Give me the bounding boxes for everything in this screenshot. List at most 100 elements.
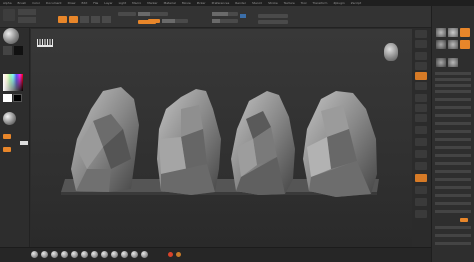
bpr-button[interactable] [415,30,427,38]
menu-item[interactable]: Layer [104,1,112,5]
brush-slot[interactable] [41,251,48,258]
focal-shift-slider[interactable] [138,12,168,16]
actual-button[interactable] [415,72,427,80]
menu-item[interactable]: Zscript [351,1,361,5]
main-color-swatch[interactable] [3,94,12,102]
move-view-button[interactable] [415,138,427,146]
tool-thumb-3[interactable] [436,40,446,49]
brush-slot[interactable] [101,251,108,258]
panel-row[interactable] [435,178,471,181]
z-intensity-button[interactable] [148,19,160,23]
edit-button[interactable] [58,16,67,23]
menu-item[interactable]: Edit [81,1,87,5]
panel-row[interactable] [435,226,471,229]
texture-button[interactable] [3,134,11,139]
panel-row[interactable] [435,106,471,109]
lightbox-button[interactable] [18,9,36,15]
transp-button[interactable] [415,186,427,194]
brush-thumbnail[interactable] [3,28,19,44]
menu-item[interactable]: Tool [301,1,307,5]
spix-button[interactable] [415,40,427,48]
secondary-color-swatch[interactable] [13,94,22,102]
brush-slot[interactable] [31,251,38,258]
menu-item[interactable]: Transform [313,1,328,5]
rotate-button[interactable] [102,16,111,23]
tool-thumb-4[interactable] [448,40,458,49]
scale-button[interactable] [91,16,100,23]
panel-toggle[interactable] [460,218,468,222]
menu-item[interactable]: Document [46,1,62,5]
polyf-button[interactable] [415,174,427,182]
panel-row[interactable] [435,114,471,117]
aahalf-button[interactable] [415,82,427,90]
menu-item[interactable]: Preferences [212,1,230,5]
stop-indicator[interactable] [176,252,181,257]
material-button[interactable] [3,147,11,152]
menu-item[interactable]: Color [32,1,40,5]
subtool-thumb-2[interactable] [448,58,458,67]
panel-row[interactable] [435,122,471,125]
menu-item[interactable]: Stroke [268,1,278,5]
menu-item[interactable]: Marker [147,1,157,5]
floor-button[interactable] [415,104,427,112]
color-swatch-white[interactable] [20,141,28,145]
subtool-thumb-1[interactable] [436,58,446,67]
record-indicator[interactable] [168,252,173,257]
panel-row[interactable] [435,78,471,81]
tool-thumb-2[interactable] [448,28,458,37]
menu-item[interactable]: Texture [284,1,295,5]
panel-row[interactable] [435,170,471,173]
zoom3d-button[interactable] [415,150,427,158]
home-icon[interactable] [3,9,15,21]
draw-size-slider[interactable] [212,12,238,16]
menu-item[interactable]: File [93,1,98,5]
xpose-button[interactable] [415,210,427,218]
color-picker[interactable] [3,74,23,91]
panel-row[interactable] [435,84,471,87]
panel-row[interactable] [435,90,471,93]
zoom-button[interactable] [415,62,427,70]
panel-row[interactable] [435,98,471,101]
menu-item[interactable]: Movie [182,1,191,5]
solo-button[interactable] [415,198,427,206]
brush-slot[interactable] [61,251,68,258]
brush-slot[interactable] [121,251,128,258]
tool-thumb-active[interactable] [460,28,470,37]
brush-slot[interactable] [131,251,138,258]
canvas-viewport[interactable] [31,29,412,247]
persp-button[interactable] [415,94,427,102]
menu-item[interactable]: Alpha [3,1,12,5]
brush-slot[interactable] [81,251,88,258]
menu-item[interactable]: Stencil [252,1,262,5]
menu-item[interactable]: Brush [18,1,27,5]
stroke-thumbnail[interactable] [3,46,12,55]
panel-row[interactable] [435,186,471,189]
local-button[interactable] [415,114,427,122]
mrgb-slider[interactable] [118,12,136,16]
menu-item[interactable]: Macro [132,1,141,5]
brush-slot[interactable] [51,251,58,258]
tool-thumb-1[interactable] [436,28,446,37]
draw-button[interactable] [69,16,78,23]
z-intensity-slider[interactable] [162,19,188,23]
menu-item[interactable]: Picker [197,1,206,5]
panel-row[interactable] [435,210,471,213]
brush-slot[interactable] [71,251,78,258]
rgb-intensity-slider[interactable] [212,19,238,23]
menu-item[interactable]: Draw [68,1,76,5]
panel-row[interactable] [435,162,471,165]
scroll-button[interactable] [415,52,427,60]
orientation-head-icon[interactable] [384,43,398,61]
panel-row[interactable] [435,138,471,141]
frame-button[interactable] [415,126,427,134]
panel-row[interactable] [435,202,471,205]
menu-item[interactable]: Light [119,1,127,5]
brush-slot[interactable] [141,251,148,258]
rotate-view-button[interactable] [415,162,427,170]
material-sphere[interactable] [3,112,16,125]
brush-slot[interactable] [111,251,118,258]
panel-row[interactable] [435,146,471,149]
menu-item[interactable]: Material [164,1,176,5]
panel-row[interactable] [435,130,471,133]
panel-row[interactable] [435,234,471,237]
